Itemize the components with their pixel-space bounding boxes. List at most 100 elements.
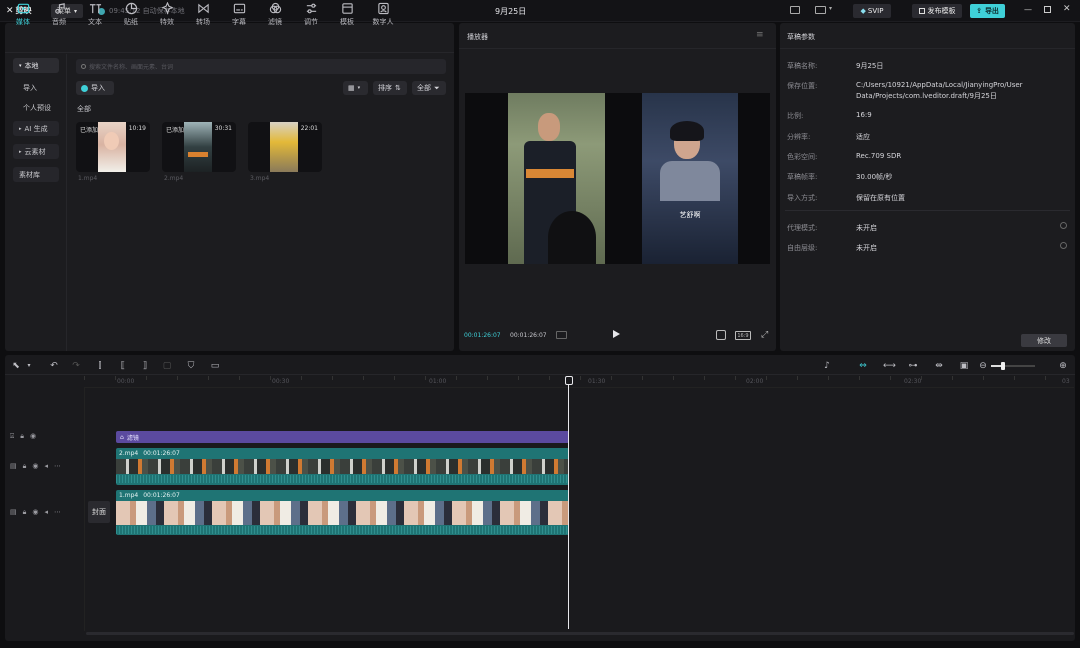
duration-label: 10:19 (128, 125, 146, 132)
track-type-icon[interactable]: ▤ (10, 462, 17, 471)
edit-button[interactable]: 修改 (1021, 334, 1067, 347)
link-main-track-icon[interactable]: ⇔ (857, 361, 869, 371)
redo-icon[interactable]: ↷ (71, 361, 81, 371)
fullscreen-icon[interactable]: ⤢ (761, 330, 768, 340)
minimize-icon[interactable]: — (1024, 5, 1032, 14)
more-icon[interactable]: ⋯ (54, 462, 61, 471)
tab-caption[interactable]: 字幕 (222, 2, 256, 28)
clip-waveform (116, 475, 569, 483)
timeline-scrollbar[interactable] (86, 632, 1074, 635)
search-icon (81, 64, 86, 69)
tab-transition[interactable]: 转场 (186, 2, 220, 28)
export-button[interactable]: ⇪ 导出 (970, 4, 1005, 18)
fit-timeline-icon[interactable]: ▣ (959, 361, 969, 371)
shield-icon[interactable]: ⛉ (186, 361, 196, 371)
sidebar-item-ai[interactable]: ▸ AI 生成 (13, 121, 59, 136)
chevron-down-icon[interactable]: ▾ (24, 361, 34, 371)
eye-icon[interactable]: ◉ (32, 462, 38, 471)
ruler-label: 00:30 (272, 378, 290, 385)
audio-icon (54, 3, 65, 14)
param-label: 草稿名称: (787, 62, 818, 70)
track-type-icon[interactable]: ▤ (10, 508, 17, 517)
sidebar-item-import[interactable]: 导入 (13, 80, 59, 95)
split-left-icon[interactable]: ⟦ (118, 361, 128, 371)
select-tool-icon[interactable]: ⬉ (11, 361, 21, 371)
media-item[interactable]: 已添加 30:31 (162, 122, 236, 172)
adjust-icon (306, 3, 316, 14)
video-clip-2[interactable]: 2.mp4 00:01:26:07 (116, 448, 569, 485)
tab-text[interactable]: 文本 (78, 2, 112, 28)
filter-funnel-icon: ⏷ (434, 83, 440, 92)
tab-media[interactable]: 媒体 (6, 2, 40, 28)
screenshot-icon[interactable] (716, 330, 726, 340)
playhead-handle[interactable] (565, 376, 573, 385)
zoom-slider-handle[interactable] (1001, 362, 1005, 370)
media-item[interactable]: 已添加 10:19 (76, 122, 150, 172)
magnet-icon[interactable]: ⟷ (883, 361, 896, 371)
tab-filter[interactable]: 滤镜 (258, 2, 292, 28)
track-type-icon[interactable]: ⍓ (10, 432, 14, 441)
caption-edit-icon[interactable]: ▭ (210, 361, 220, 371)
tab-adjust[interactable]: 调节 (294, 2, 328, 28)
param-label: 代理模式: (787, 224, 818, 232)
draft-params-panel (780, 23, 1075, 351)
ratio-button[interactable]: 16:9 (735, 331, 751, 340)
close-icon[interactable]: ✕ (1063, 4, 1071, 14)
current-time: 00:01:26:07 (464, 332, 501, 339)
cover-button[interactable]: 封面 (88, 501, 110, 523)
layout-chevron-icon[interactable]: ▾ (829, 5, 832, 12)
timeline-ruler (84, 376, 1074, 388)
publish-template-button[interactable]: 发布模板 (912, 4, 962, 18)
video-clip-1[interactable]: 1.mp4 00:01:26:07 (116, 490, 569, 535)
info-icon[interactable] (1060, 222, 1067, 229)
eye-icon[interactable]: ◉ (32, 508, 38, 517)
preview-axis-icon[interactable]: ⇹ (934, 361, 944, 371)
svip-button[interactable]: ◆ SVIP (853, 4, 891, 18)
player-menu-icon[interactable]: ≡ (756, 30, 764, 40)
sidebar-item-cloud[interactable]: ▸ 云素材 (13, 144, 59, 159)
sidebar-item-library[interactable]: 素材库 (13, 167, 59, 182)
lock-icon[interactable]: 🔒︎ (23, 462, 27, 471)
media-search-input[interactable]: 搜索文件名称、画面元素、台词 (76, 59, 446, 74)
grid-view-button[interactable]: ▦ ▾ (343, 81, 368, 95)
tab-digital-human[interactable]: 数字人 (366, 2, 400, 28)
layout-icon[interactable] (815, 6, 826, 14)
shortcut-icon[interactable] (790, 6, 800, 14)
lock-icon[interactable]: 🔒︎ (23, 508, 27, 517)
link-icon[interactable]: ⊶ (908, 361, 918, 371)
play-icon[interactable] (613, 330, 620, 338)
zoom-in-icon[interactable]: ⊕ (1058, 361, 1068, 371)
mute-icon[interactable]: ◂ (44, 508, 48, 517)
undo-icon[interactable]: ↶ (49, 361, 59, 371)
delete-icon[interactable]: ▢ (162, 361, 172, 371)
playhead-line[interactable] (568, 385, 569, 629)
caret-icon: ▾ (19, 62, 22, 69)
media-item[interactable]: 22:01 (248, 122, 322, 172)
import-button[interactable]: 导入 (76, 81, 114, 95)
microphone-icon[interactable]: ♪ (822, 361, 832, 371)
draft-title: 草稿参数 (787, 33, 815, 41)
lock-icon[interactable]: 🔒︎ (20, 432, 24, 441)
zoom-out-icon[interactable]: ⊖ (978, 361, 988, 371)
zoom-slider[interactable] (991, 362, 1035, 370)
split-icon[interactable]: ⫿ (95, 361, 105, 371)
tab-audio[interactable]: 音频 (42, 2, 76, 28)
tab-effects[interactable]: 特效 (150, 2, 184, 28)
sidebar-item-presets[interactable]: 个人预设 (13, 100, 61, 115)
clip-waveform (116, 526, 569, 534)
restore-icon[interactable] (1044, 6, 1051, 13)
tab-template[interactable]: 模板 (330, 2, 364, 28)
sort-button[interactable]: 排序 ⇅ (373, 81, 407, 95)
info-icon[interactable] (1060, 242, 1067, 249)
mute-icon[interactable]: ◂ (44, 462, 48, 471)
diamond-icon: ◆ (860, 7, 866, 15)
split-right-icon[interactable]: ⟧ (140, 361, 150, 371)
sidebar-item-local[interactable]: ▾ 本地 (13, 58, 59, 73)
timeline-grid-icon[interactable] (556, 331, 567, 339)
more-icon[interactable]: ⋯ (54, 508, 61, 517)
filter-all-button[interactable]: 全部 ⏷ (412, 81, 446, 95)
eye-icon[interactable]: ◉ (30, 432, 36, 441)
filter-clip[interactable]: ⌂ 滤镜 (116, 431, 569, 443)
tab-sticker[interactable]: 贴纸 (114, 2, 148, 28)
param-label: 分辨率: (787, 133, 811, 141)
